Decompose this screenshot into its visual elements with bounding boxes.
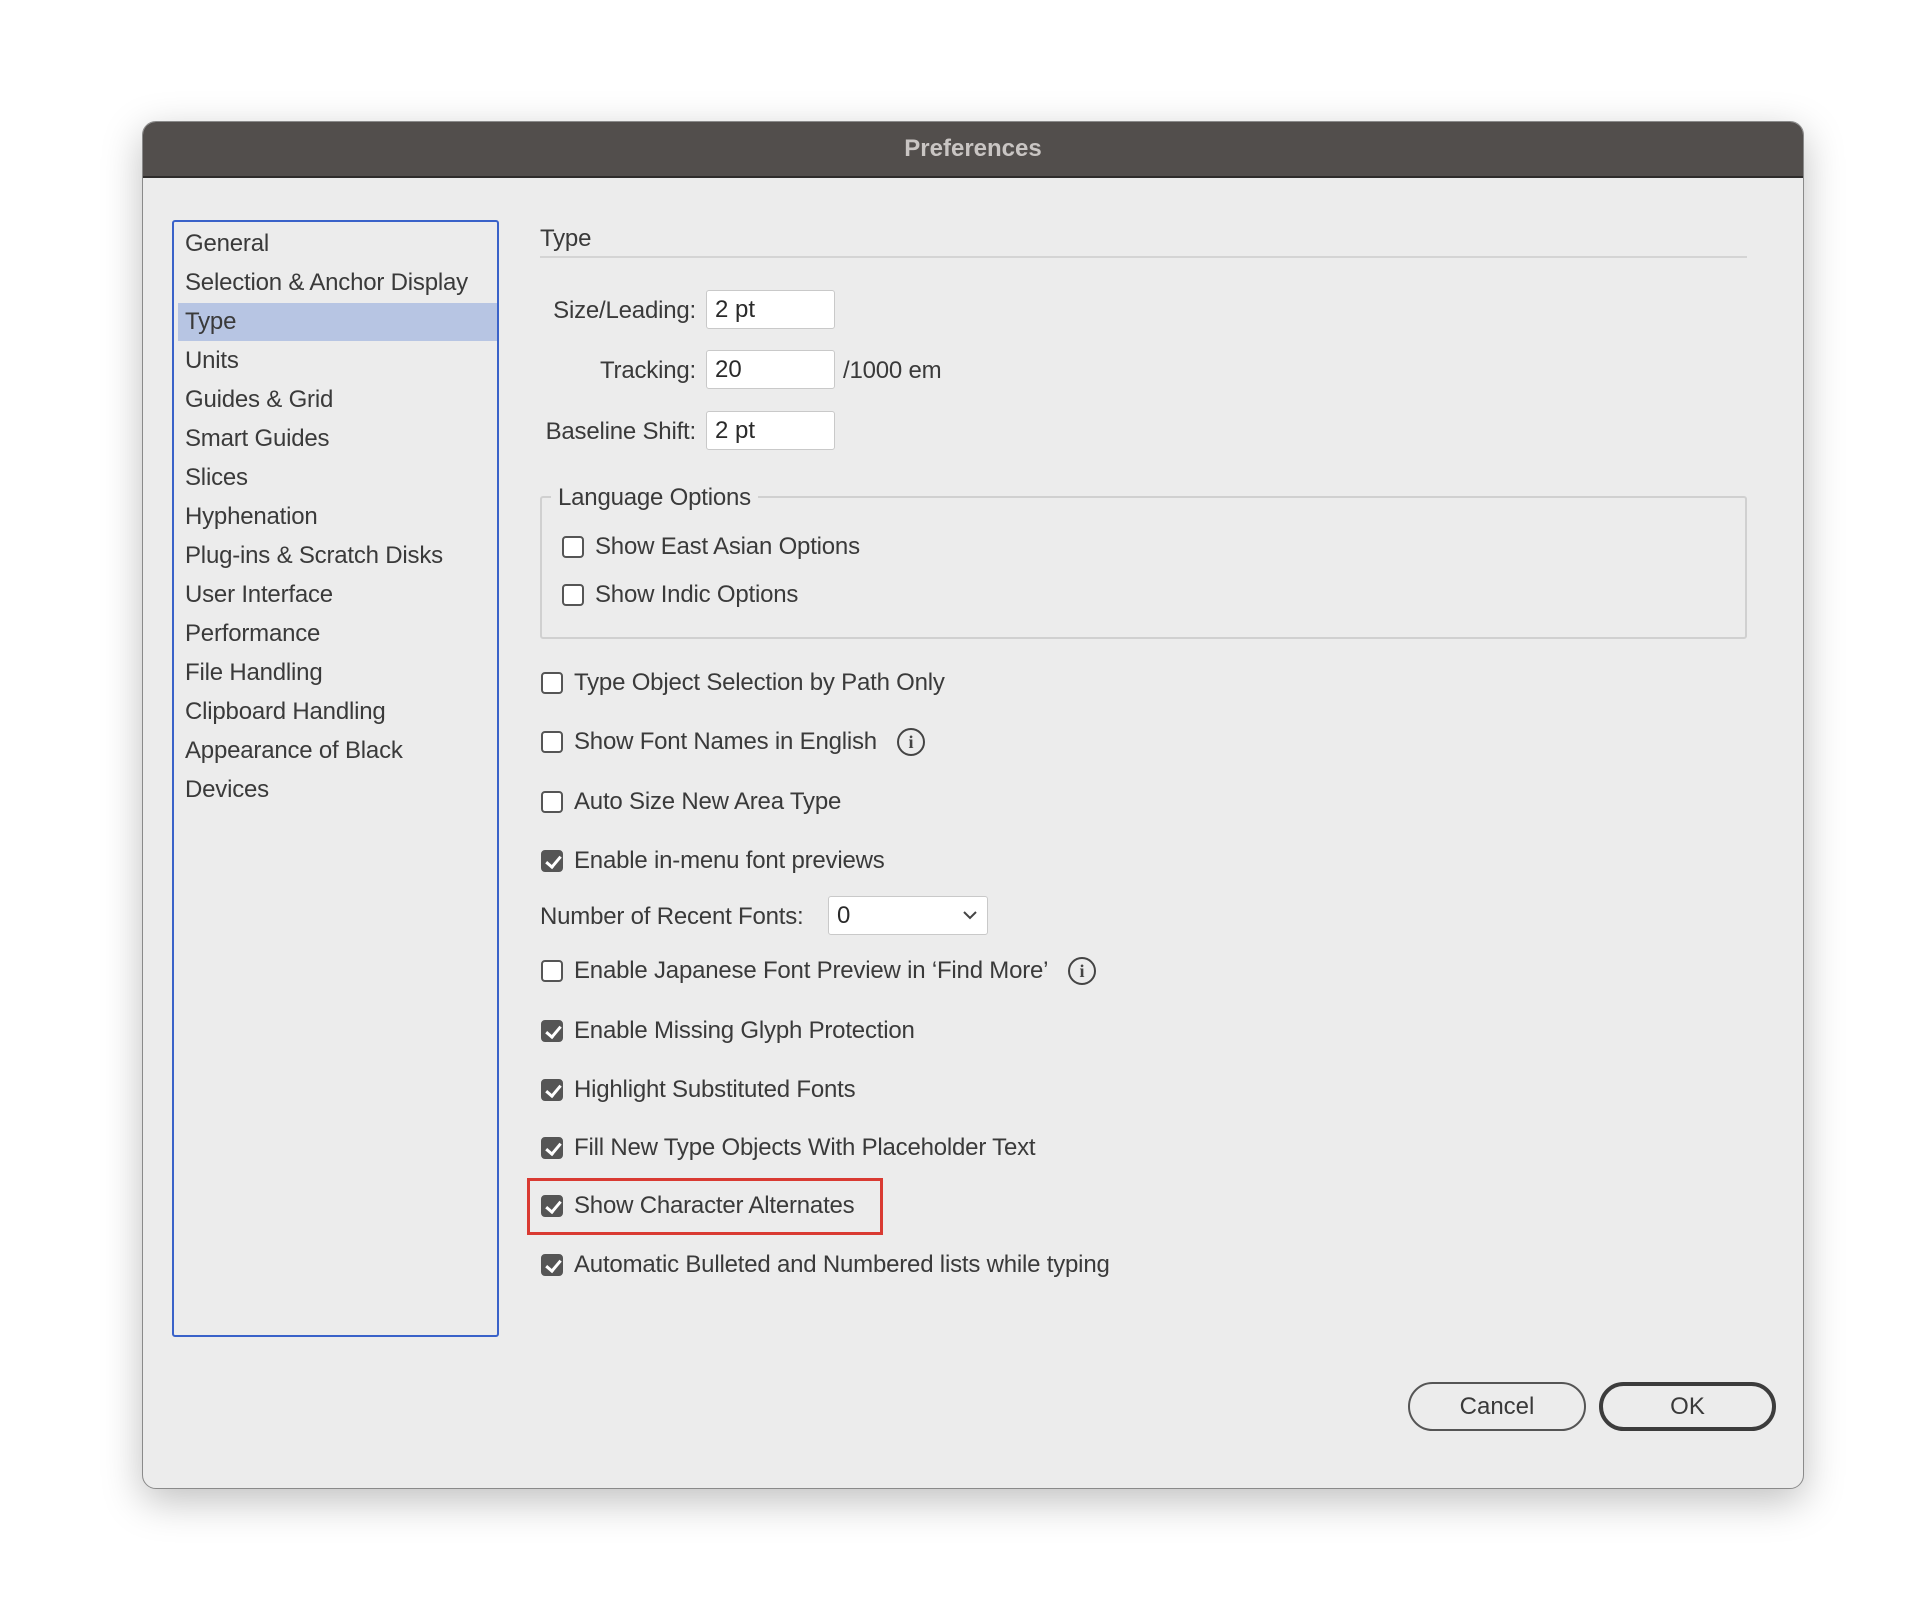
sidebar-item-hyphenation[interactable]: Hyphenation [178, 498, 497, 536]
sidebar-item-file-handling[interactable]: File Handling [178, 654, 497, 692]
type-object-selection-by-path-only-label[interactable]: Type Object Selection by Path Only [574, 668, 945, 698]
sidebar-item-selection-anchor-display[interactable]: Selection & Anchor Display [178, 264, 497, 302]
enable-in-menu-font-previews-checkbox[interactable] [541, 850, 563, 872]
show-east-asian-options-checkbox[interactable] [562, 536, 584, 558]
enable-missing-glyph-protection-checkbox[interactable] [541, 1020, 563, 1042]
language-options-legend: Language Options [551, 483, 758, 513]
show-indic-options-checkbox[interactable] [562, 584, 584, 606]
size-leading-label: Size/Leading: [553, 297, 696, 324]
enable-in-menu-font-previews-label[interactable]: Enable in-menu font previews [574, 846, 885, 876]
info-icon[interactable]: i [1068, 957, 1096, 985]
preferences-dialog: Preferences General Selection & Anchor Di… [142, 121, 1804, 1489]
sidebar-item-performance[interactable]: Performance [178, 615, 497, 653]
auto-size-new-area-type-checkbox[interactable] [541, 791, 563, 813]
sidebar-item-type[interactable]: Type [178, 303, 497, 341]
language-options-group [540, 496, 1747, 639]
auto-size-new-area-type-label[interactable]: Auto Size New Area Type [574, 787, 841, 817]
enable-japanese-font-preview-in-find-more-label[interactable]: Enable Japanese Font Preview in ‘Find Mo… [574, 956, 1049, 986]
tracking-label: Tracking: [599, 357, 696, 384]
sidebar-item-guides-grid[interactable]: Guides & Grid [178, 381, 497, 419]
section-title: Type [540, 225, 592, 252]
show-character-alternates-checkbox[interactable] [541, 1195, 563, 1217]
info-icon[interactable]: i [897, 728, 925, 756]
enable-missing-glyph-protection-label[interactable]: Enable Missing Glyph Protection [574, 1016, 915, 1046]
automatic-bulleted-and-numbered-lists-while-typing-label[interactable]: Automatic Bulleted and Numbered lists wh… [574, 1250, 1110, 1280]
tracking-unit: /1000 em [843, 357, 942, 384]
baseline-shift-input[interactable]: 2 pt [706, 411, 835, 450]
sidebar-item-plug-ins-scratch-disks[interactable]: Plug-ins & Scratch Disks [178, 537, 497, 575]
show-character-alternates-label[interactable]: Show Character Alternates [574, 1191, 855, 1221]
sidebar: General Selection & Anchor Display Type Uni… [172, 220, 499, 1337]
cancel-button[interactable]: Cancel [1408, 1382, 1586, 1431]
title-bar: Preferences [143, 122, 1803, 178]
sidebar-item-appearance-of-black[interactable]: Appearance of Black [178, 732, 497, 770]
recent-fonts-value: 0 [837, 902, 851, 929]
sidebar-item-units[interactable]: Units [178, 342, 497, 380]
automatic-bulleted-and-numbered-lists-while-typing-checkbox[interactable] [541, 1254, 563, 1276]
show-font-names-in-english-checkbox[interactable] [541, 731, 563, 753]
tracking-input[interactable]: 20 [706, 350, 835, 389]
divider [540, 256, 1747, 258]
recent-fonts-select[interactable]: 0 [828, 896, 988, 935]
enable-japanese-font-preview-in-find-more-checkbox[interactable] [541, 960, 563, 982]
fill-new-type-objects-with-placeholder-text-label[interactable]: Fill New Type Objects With Placeholder T… [574, 1133, 1036, 1163]
recent-fonts-label: Number of Recent Fonts: [540, 903, 804, 930]
chevron-down-icon [963, 911, 977, 920]
sidebar-item-smart-guides[interactable]: Smart Guides [178, 420, 497, 458]
type-object-selection-by-path-only-checkbox[interactable] [541, 672, 563, 694]
sidebar-item-user-interface[interactable]: User Interface [178, 576, 497, 614]
sidebar-item-slices[interactable]: Slices [178, 459, 497, 497]
sidebar-item-clipboard-handling[interactable]: Clipboard Handling [178, 693, 497, 731]
size-leading-input[interactable]: 2 pt [706, 290, 835, 329]
ok-button[interactable]: OK [1599, 1382, 1776, 1431]
sidebar-item-devices[interactable]: Devices [178, 771, 497, 809]
show-font-names-in-english-label[interactable]: Show Font Names in English [574, 727, 877, 757]
highlight-substituted-fonts-label[interactable]: Highlight Substituted Fonts [574, 1075, 856, 1105]
show-east-asian-options-label[interactable]: Show East Asian Options [595, 532, 860, 562]
fill-new-type-objects-with-placeholder-text-checkbox[interactable] [541, 1137, 563, 1159]
sidebar-item-general[interactable]: General [178, 225, 497, 263]
highlight-substituted-fonts-checkbox[interactable] [541, 1079, 563, 1101]
show-indic-options-label[interactable]: Show Indic Options [595, 580, 798, 610]
baseline-shift-label: Baseline Shift: [545, 418, 697, 445]
